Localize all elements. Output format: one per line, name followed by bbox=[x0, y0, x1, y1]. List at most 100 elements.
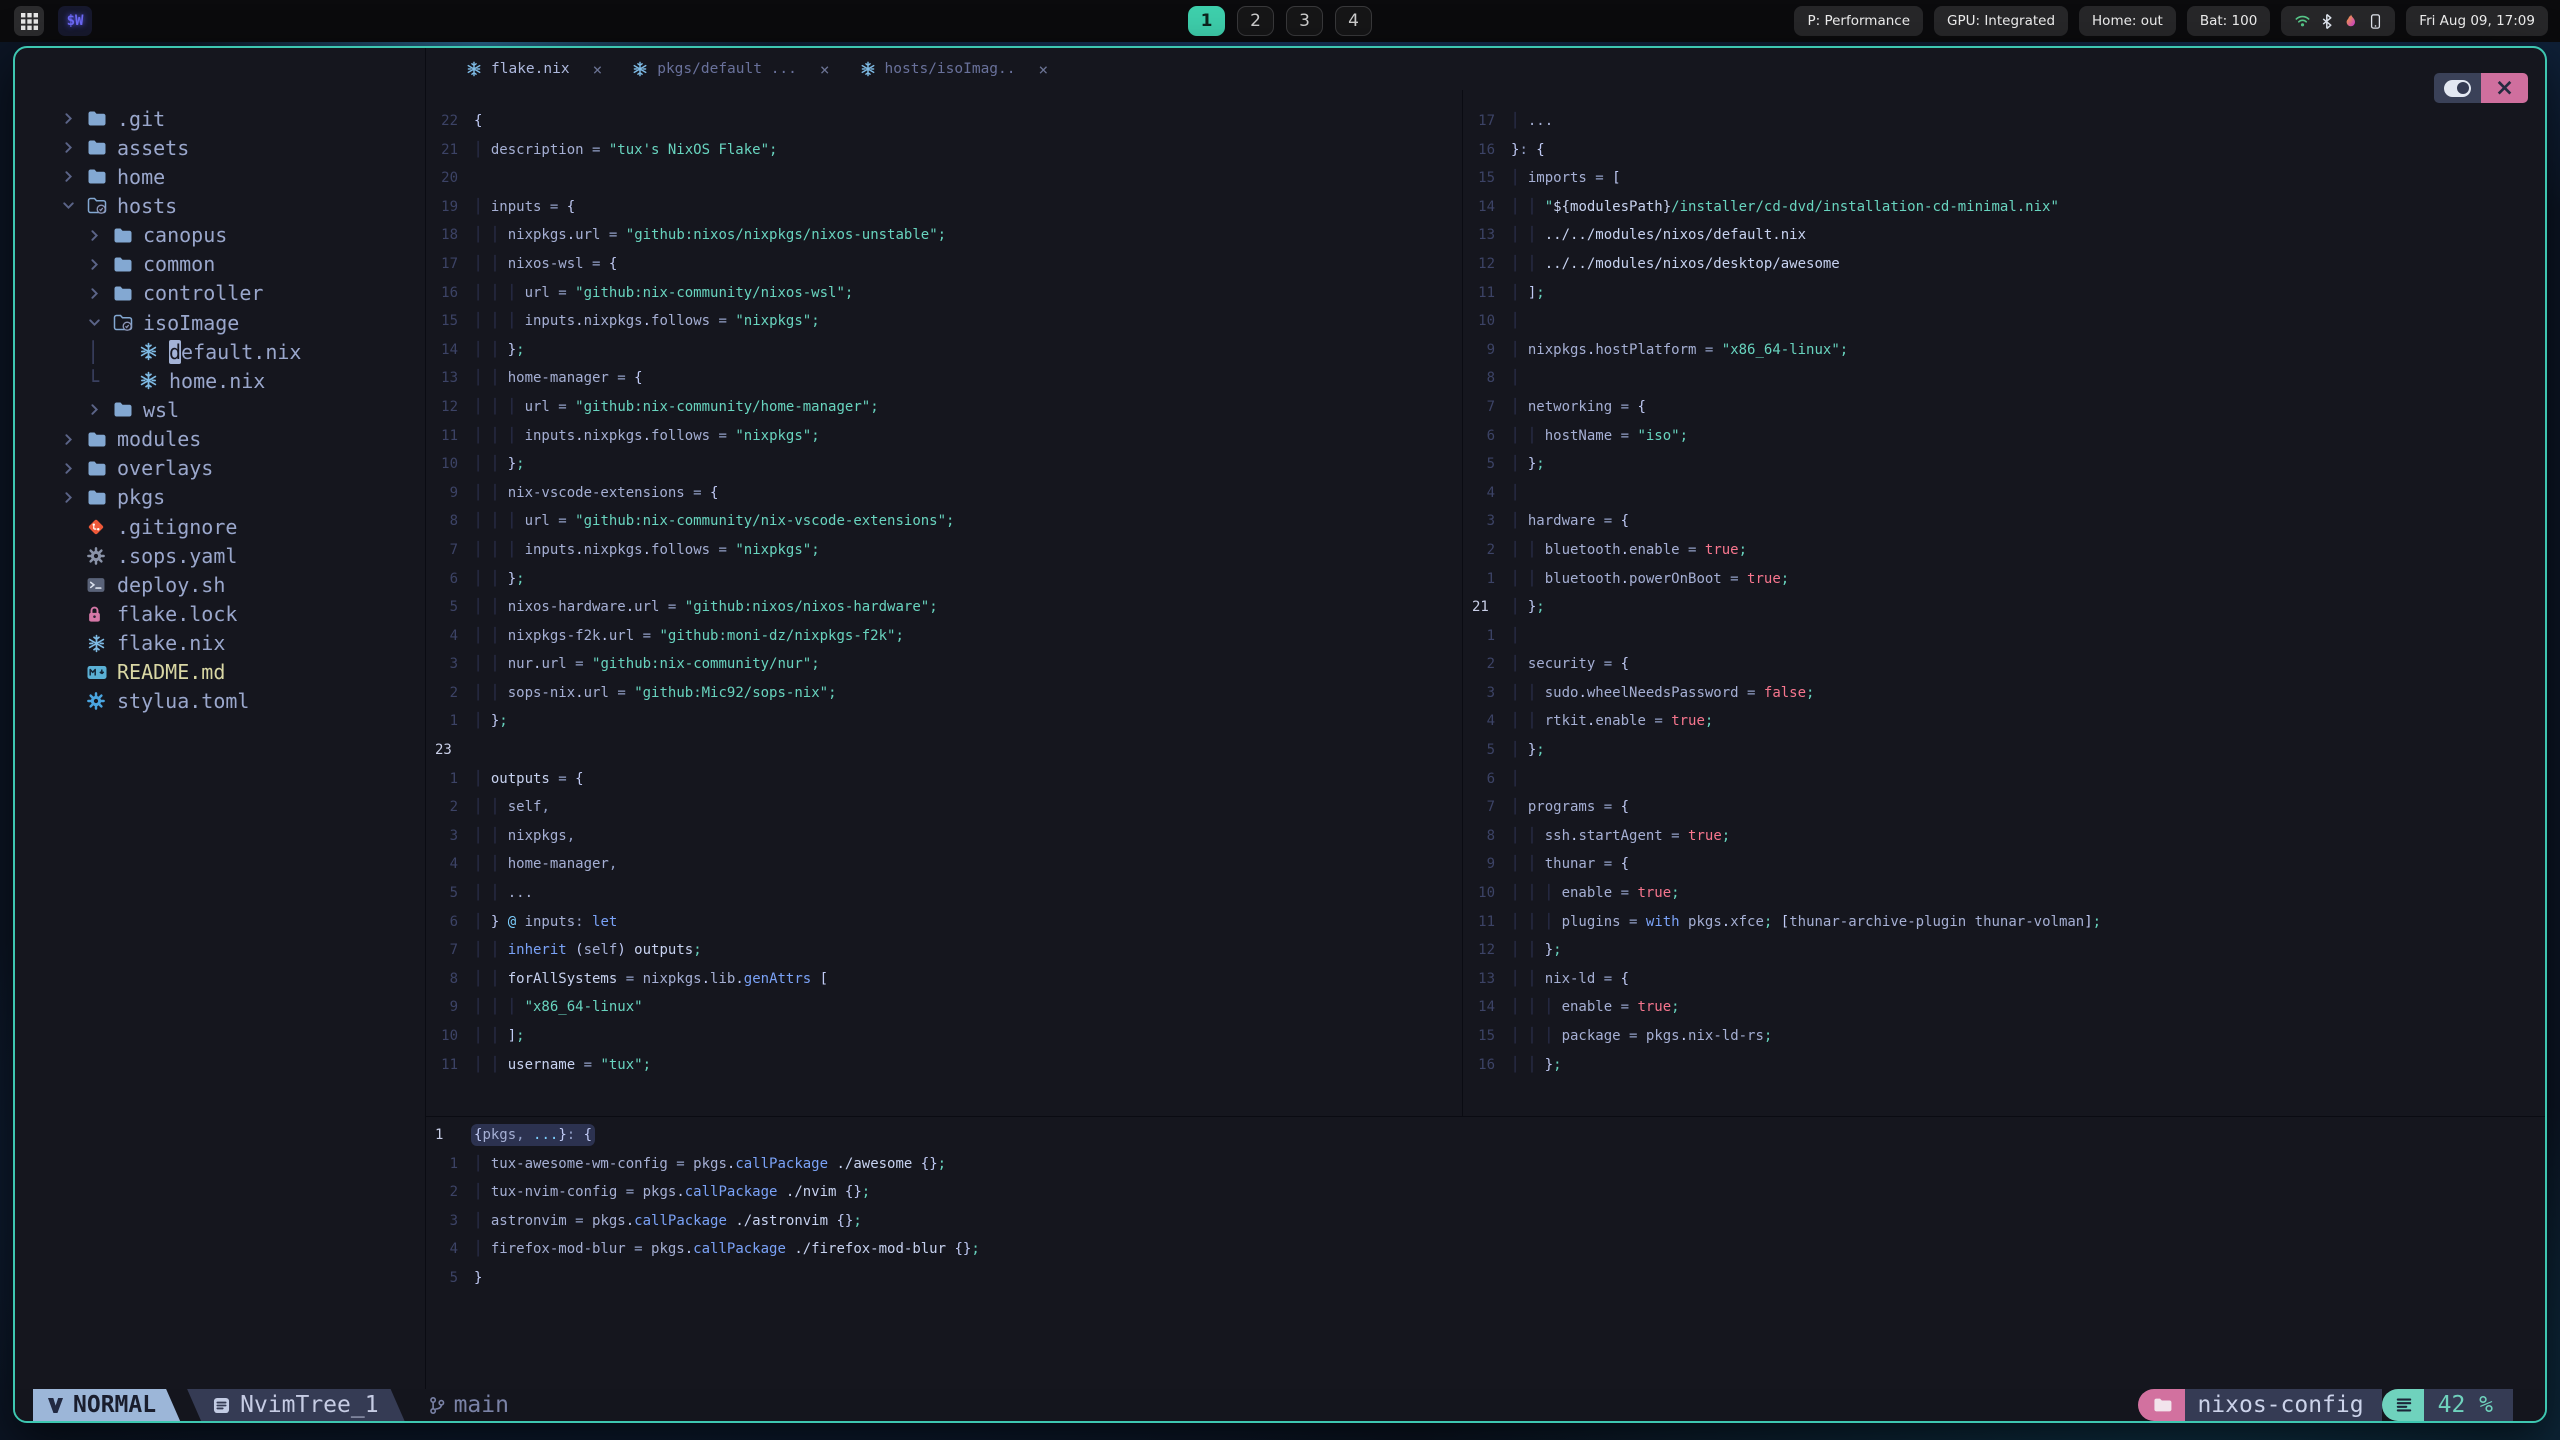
wm-logo[interactable]: $W bbox=[58, 6, 92, 36]
code-line[interactable]: 14 │ │ "${modulesPath}/installer/cd-dvd/i… bbox=[1463, 193, 2545, 222]
code-line[interactable]: 15 │ │ │ inputs.nixpkgs.follows = "nixpkg… bbox=[426, 307, 1462, 336]
tree-item-common[interactable]: common bbox=[15, 250, 425, 279]
tree-item-flake-lock[interactable]: flake.lock bbox=[15, 599, 425, 628]
code-line[interactable]: 1 │ }; bbox=[426, 707, 1462, 736]
tree-item-pkgs[interactable]: pkgs bbox=[15, 483, 425, 512]
tree-item-default-nix[interactable]: │ default.nix bbox=[15, 337, 425, 366]
code-line[interactable]: 5 │ }; bbox=[1463, 736, 2545, 765]
code-line[interactable]: 12 │ │ ../../modules/nixos/desktop/awesom… bbox=[1463, 250, 2545, 279]
editor-pane-flake-nix[interactable]: 22{21 │ description = "tux's NixOS Flake"… bbox=[426, 90, 1463, 1116]
code-line[interactable]: 17 │ │ nixos-wsl = { bbox=[426, 250, 1462, 279]
code-line[interactable]: 11 │ │ │ plugins = with pkgs.xfce; [thuna… bbox=[1463, 908, 2545, 937]
code-line[interactable]: 10 │ bbox=[1463, 307, 2545, 336]
toggle-switch-button[interactable] bbox=[2434, 73, 2481, 103]
code-line[interactable]: 6 │ bbox=[1463, 765, 2545, 794]
tree-item-home[interactable]: home bbox=[15, 162, 425, 191]
tree-item-overlays[interactable]: overlays bbox=[15, 454, 425, 483]
tree-item-isoImage[interactable]: isoImage bbox=[15, 308, 425, 337]
tree-item-controller[interactable]: controller bbox=[15, 279, 425, 308]
code-line[interactable]: 5 │ │ ... bbox=[426, 879, 1462, 908]
code-line[interactable]: 17 │ ... bbox=[1463, 107, 2545, 136]
code-line[interactable]: 13 │ │ home-manager = { bbox=[426, 364, 1462, 393]
code-line[interactable]: 10 │ │ }; bbox=[426, 450, 1462, 479]
code-line[interactable]: 11 │ │ username = "tux"; bbox=[426, 1051, 1462, 1080]
code-line[interactable]: 11 │ │ │ inputs.nixpkgs.follows = "nixpkg… bbox=[426, 422, 1462, 451]
tree-item-wsl[interactable]: wsl bbox=[15, 395, 425, 424]
tree-item-assets[interactable]: assets bbox=[15, 133, 425, 162]
code-line[interactable]: 3 │ astronvim = pkgs.callPackage ./astron… bbox=[426, 1207, 2545, 1236]
code-line[interactable]: 7 │ │ │ inputs.nixpkgs.follows = "nixpkgs… bbox=[426, 536, 1462, 565]
code-line[interactable]: 4 │ firefox-mod-blur = pkgs.callPackage .… bbox=[426, 1235, 2545, 1264]
tree-item-deploy-sh[interactable]: deploy.sh bbox=[15, 570, 425, 599]
code-line[interactable]: 1 │ outputs = { bbox=[426, 765, 1462, 794]
code-line[interactable]: 20 bbox=[426, 164, 1462, 193]
tab-flake-nix[interactable]: flake.nix × bbox=[466, 60, 602, 79]
code-line[interactable]: 9 │ │ │ "x86_64-linux" bbox=[426, 993, 1462, 1022]
window-close-button[interactable]: × bbox=[2481, 73, 2528, 103]
code-line[interactable]: 1 {pkgs, ...}: { bbox=[426, 1121, 2545, 1150]
code-line[interactable]: 8 │ │ ssh.startAgent = true; bbox=[1463, 822, 2545, 851]
code-line[interactable]: 3 │ │ sudo.wheelNeedsPassword = false; bbox=[1463, 679, 2545, 708]
code-line[interactable]: 7 │ │ inherit (self) outputs; bbox=[426, 936, 1462, 965]
code-line[interactable]: 3 │ hardware = { bbox=[1463, 507, 2545, 536]
tab-close-icon[interactable]: × bbox=[820, 60, 830, 79]
code-line[interactable]: 10 │ │ │ enable = true; bbox=[1463, 879, 2545, 908]
code-line[interactable]: 16}: { bbox=[1463, 136, 2545, 165]
code-line[interactable]: 2 │ │ self, bbox=[426, 793, 1462, 822]
workspace-button-3[interactable]: 3 bbox=[1286, 6, 1323, 36]
code-line[interactable]: 1 │ bbox=[1463, 622, 2545, 651]
tree-item-stylua-toml[interactable]: stylua.toml bbox=[15, 687, 425, 716]
tree-item--gitignore[interactable]: .gitignore bbox=[15, 512, 425, 541]
code-line[interactable]: 2 │ │ bluetooth.enable = true; bbox=[1463, 536, 2545, 565]
code-line[interactable]: 2 │ tux-nvim-config = pkgs.callPackage ./… bbox=[426, 1178, 2545, 1207]
workspace-button-4[interactable]: 4 bbox=[1335, 6, 1372, 36]
tree-item-canopus[interactable]: canopus bbox=[15, 221, 425, 250]
tree-item-home-nix[interactable]: └ home.nix bbox=[15, 366, 425, 395]
code-line[interactable]: 2 │ │ sops-nix.url = "github:Mic92/sops-n… bbox=[426, 679, 1462, 708]
code-line[interactable]: 9 │ │ nix-vscode-extensions = { bbox=[426, 479, 1462, 508]
code-line[interactable]: 9 │ nixpkgs.hostPlatform = "x86_64-linux"… bbox=[1463, 336, 2545, 365]
tree-item-flake-nix[interactable]: flake.nix bbox=[15, 629, 425, 658]
tab-hosts-isoImag-[interactable]: hosts/isoImag.. × bbox=[860, 60, 1048, 79]
code-line[interactable]: 22 { bbox=[426, 107, 1462, 136]
code-line[interactable]: 5 │ }; bbox=[1463, 450, 2545, 479]
code-line[interactable]: 7 │ programs = { bbox=[1463, 793, 2545, 822]
code-line[interactable]: 1 │ tux-awesome-wm-config = pkgs.callPack… bbox=[426, 1150, 2545, 1179]
editor-pane-pkgs-default-nix[interactable]: 1 {pkgs, ...}: {1 │ tux-awesome-wm-config … bbox=[426, 1116, 2545, 1389]
code-line[interactable]: 15 │ imports = [ bbox=[1463, 164, 2545, 193]
tree-item-hosts[interactable]: hosts bbox=[15, 191, 425, 220]
code-line[interactable]: 4 │ │ home-manager, bbox=[426, 850, 1462, 879]
code-line[interactable]: 12 │ │ }; bbox=[1463, 936, 2545, 965]
code-line[interactable]: 8 │ │ │ url = "github:nix-community/nix-v… bbox=[426, 507, 1462, 536]
tree-item--sops-yaml[interactable]: .sops.yaml bbox=[15, 541, 425, 570]
code-line[interactable]: 2 │ security = { bbox=[1463, 650, 2545, 679]
code-line[interactable]: 4 │ │ nixpkgs-f2k.url = "github:moni-dz/n… bbox=[426, 622, 1462, 651]
workspace-button-1[interactable]: 1 bbox=[1188, 6, 1225, 36]
code-line[interactable]: 3 │ │ nixpkgs, bbox=[426, 822, 1462, 851]
code-line[interactable]: 23 bbox=[426, 736, 1462, 765]
editor-pane-iso-default-nix[interactable]: 17 │ ... 16}: {15 │ imports = [14 │ │ "${mod… bbox=[1463, 90, 2545, 1116]
code-line[interactable]: 12 │ │ │ url = "github:nix-community/home… bbox=[426, 393, 1462, 422]
tree-item--git[interactable]: .git bbox=[15, 104, 425, 133]
code-line[interactable]: 6 │ } @ inputs: let bbox=[426, 908, 1462, 937]
code-line[interactable]: 13 │ │ ../../modules/nixos/default.nix bbox=[1463, 221, 2545, 250]
tree-item-modules[interactable]: modules bbox=[15, 425, 425, 454]
code-line[interactable]: 11 │ ]; bbox=[1463, 279, 2545, 308]
app-launcher-button[interactable] bbox=[14, 6, 44, 36]
code-line[interactable]: 10 │ │ ]; bbox=[426, 1022, 1462, 1051]
code-line[interactable]: 5} bbox=[426, 1264, 2545, 1293]
code-line[interactable]: 14 │ │ │ enable = true; bbox=[1463, 993, 2545, 1022]
code-line[interactable]: 3 │ │ nur.url = "github:nix-community/nur… bbox=[426, 650, 1462, 679]
code-line[interactable]: 5 │ │ nixos-hardware.url = "github:nixos/… bbox=[426, 593, 1462, 622]
code-line[interactable]: 18 │ │ nixpkgs.url = "github:nixos/nixpkg… bbox=[426, 221, 1462, 250]
code-line[interactable]: 14 │ │ }; bbox=[426, 336, 1462, 365]
tree-item-README-md[interactable]: README.md bbox=[15, 658, 425, 687]
code-line[interactable]: 8 │ │ forAllSystems = nixpkgs.lib.genAttr… bbox=[426, 965, 1462, 994]
code-line[interactable]: 6 │ │ hostName = "iso"; bbox=[1463, 422, 2545, 451]
code-line[interactable]: 21 │ }; bbox=[1463, 593, 2545, 622]
code-line[interactable]: 16 │ │ │ url = "github:nix-community/nixo… bbox=[426, 279, 1462, 308]
code-line[interactable]: 21 │ description = "tux's NixOS Flake"; bbox=[426, 136, 1462, 165]
workspace-button-2[interactable]: 2 bbox=[1237, 6, 1274, 36]
code-line[interactable]: 1 │ │ bluetooth.powerOnBoot = true; bbox=[1463, 565, 2545, 594]
code-line[interactable]: 4 │ │ rtkit.enable = true; bbox=[1463, 707, 2545, 736]
